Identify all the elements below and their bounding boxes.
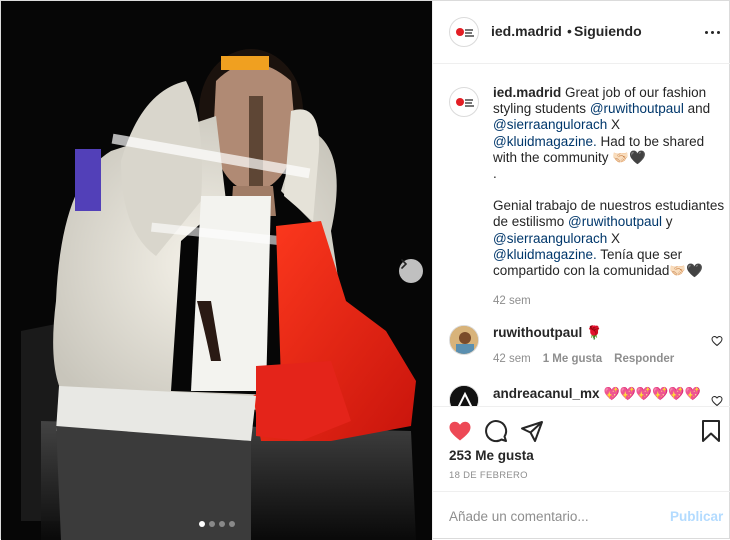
emoji: 🤝🏻🖤	[669, 263, 703, 279]
next-slide-button[interactable]	[399, 259, 423, 283]
comment: ruwithoutpaul 🌹	[493, 325, 602, 341]
caption-avatar[interactable]	[449, 87, 479, 117]
follow-status-button[interactable]: Siguiendo	[574, 23, 642, 39]
post-media[interactable]	[1, 1, 432, 540]
commenter-avatar[interactable]	[449, 325, 479, 355]
comment-like-icon[interactable]	[711, 395, 723, 406]
caption-time[interactable]: 42 sem	[493, 293, 725, 309]
post-header: ied.madrid • Siguiendo	[433, 1, 730, 64]
comment-time[interactable]: 42 sem	[493, 353, 531, 365]
post-date[interactable]: 18 DE FEBRERO	[449, 470, 528, 481]
header-username[interactable]: ied.madrid	[491, 23, 562, 39]
comments-section: ied.madrid Great job of our fashion styl…	[433, 65, 730, 406]
mention-link[interactable]: @ruwithoutpaul	[568, 214, 662, 229]
post-actions: 253 Me gusta 18 DE FEBRERO	[433, 406, 730, 491]
comment-like-icon[interactable]	[711, 335, 723, 347]
chevron-right-icon	[401, 259, 408, 269]
avatar-photo	[450, 326, 478, 354]
comment-text: 🌹	[586, 325, 603, 340]
slide-dot	[208, 521, 215, 527]
fashion-photo	[1, 1, 432, 540]
send-icon[interactable]	[520, 419, 544, 443]
post-container: ied.madrid • Siguiendo ied.madrid Great …	[0, 0, 730, 540]
bookmark-icon[interactable]	[700, 419, 722, 443]
comment-username[interactable]: andreacanul_mx	[493, 386, 600, 401]
likes-count[interactable]: 253 Me gusta	[449, 448, 534, 463]
ied-logo-icon	[456, 28, 464, 36]
commenter-avatar[interactable]	[449, 385, 479, 406]
avatar-photo	[450, 386, 478, 406]
mention-link[interactable]: @kluidmagazine.	[493, 247, 597, 262]
comment-text: 💖💖💖💖💖💖	[603, 386, 701, 401]
heart-filled-icon[interactable]	[448, 419, 472, 443]
mention-link[interactable]: @sierraangulorach	[493, 231, 607, 246]
slide-dot-active	[198, 521, 205, 527]
ied-logo-icon	[456, 98, 464, 106]
slide-dot	[218, 521, 225, 527]
caption-username[interactable]: ied.madrid	[493, 85, 561, 100]
avatar[interactable]	[449, 17, 479, 47]
reply-button[interactable]: Responder	[614, 353, 674, 365]
mention-link[interactable]: @ruwithoutpaul	[590, 101, 684, 116]
comment-username[interactable]: ruwithoutpaul	[493, 325, 582, 340]
add-comment-bar: Publicar	[433, 491, 730, 540]
comment-likes[interactable]: 1 Me gusta	[543, 353, 602, 365]
emoji: 🤝🏻🖤	[612, 149, 646, 165]
post-caption: ied.madrid Great job of our fashion styl…	[493, 85, 725, 309]
comment-meta: 42 sem 1 Me gusta Responder	[493, 353, 674, 365]
comment-icon[interactable]	[484, 419, 508, 443]
mention-link[interactable]: @sierraangulorach	[493, 117, 607, 132]
comment: andreacanul_mx 💖💖💖💖💖💖	[493, 386, 701, 402]
caption-dot: .	[493, 166, 497, 182]
more-horizontal-icon	[705, 31, 708, 34]
mention-link[interactable]: @kluidmagazine.	[493, 134, 597, 149]
slide-indicators	[1, 521, 432, 527]
header-separator: •	[567, 23, 572, 39]
comment-input[interactable]	[449, 506, 659, 526]
post-sidebar: ied.madrid • Siguiendo ied.madrid Great …	[432, 1, 730, 540]
publish-button[interactable]: Publicar	[670, 509, 723, 524]
more-options-button[interactable]	[705, 31, 720, 34]
slide-dot	[228, 521, 235, 527]
